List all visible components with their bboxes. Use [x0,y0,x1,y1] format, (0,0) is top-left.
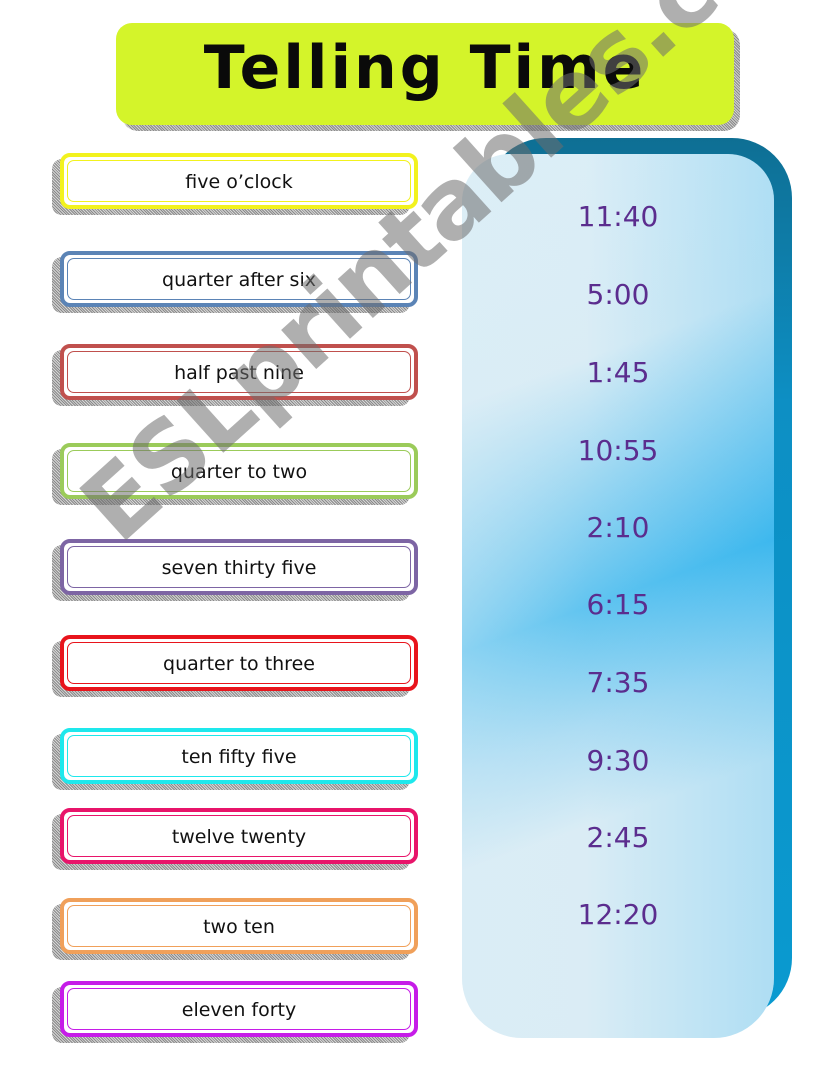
phrase-card: quarter to two [52,443,418,505]
phrase-label: quarter after six [162,269,316,291]
card-border: ten fifty five [60,728,418,784]
phrase-label: five o’clock [185,171,293,193]
card-border: quarter after six [60,251,418,307]
card-inner: five o’clock [67,160,411,202]
time-value: 2:10 [586,511,650,544]
card-border: eleven forty [60,981,418,1037]
card-inner: quarter after six [67,258,411,300]
time-value: 5:00 [586,278,650,311]
phrase-label: two ten [203,916,275,938]
phrase-label: quarter to three [163,653,315,675]
phrase-card: half past nine [52,344,418,406]
page-title: Telling Time [203,33,647,103]
phrase-label: twelve twenty [171,826,307,848]
phrase-card: quarter after six [52,251,418,313]
card-inner: ten fifty five [67,735,411,777]
card-inner: two ten [67,905,411,947]
times-panel: 11:40 5:00 1:45 10:55 2:10 6:15 7:35 9:30 2:45 12… [462,138,792,1040]
title-banner: Telling Time [116,23,740,131]
phrase-card: five o’clock [52,153,418,215]
time-value: 6:15 [586,588,650,621]
phrase-label: eleven forty [181,999,297,1021]
phrase-card: eleven forty [52,981,418,1043]
time-value: 12:20 [577,898,659,931]
time-value: 1:45 [586,356,650,389]
card-inner: twelve twenty [67,815,411,857]
panel-front: 11:40 5:00 1:45 10:55 2:10 6:15 7:35 9:30 2:45 12… [462,154,774,1038]
card-inner: eleven forty [67,988,411,1030]
phrase-card: seven thirty five [52,539,418,601]
card-border: quarter to two [60,443,418,499]
card-border: half past nine [60,344,418,400]
phrase-label: ten fifty five [181,746,297,768]
time-value: 9:30 [586,744,650,777]
card-inner: quarter to three [67,642,411,684]
card-inner: seven thirty five [67,546,411,588]
time-value: 7:35 [586,666,650,699]
phrase-card: twelve twenty [52,808,418,870]
card-inner: quarter to two [67,450,411,492]
card-border: quarter to three [60,635,418,691]
phrase-label: quarter to two [170,461,308,483]
card-inner: half past nine [67,351,411,393]
phrase-card: two ten [52,898,418,960]
time-value: 11:40 [577,200,659,233]
phrase-card: ten fifty five [52,728,418,790]
card-border: five o’clock [60,153,418,209]
phrase-label: seven thirty five [161,557,317,579]
phrase-card: quarter to three [52,635,418,697]
title-box: Telling Time [116,23,734,125]
time-value: 10:55 [577,434,659,467]
phrase-label: half past nine [174,362,304,384]
card-border: twelve twenty [60,808,418,864]
card-border: two ten [60,898,418,954]
time-value: 2:45 [586,821,650,854]
card-border: seven thirty five [60,539,418,595]
